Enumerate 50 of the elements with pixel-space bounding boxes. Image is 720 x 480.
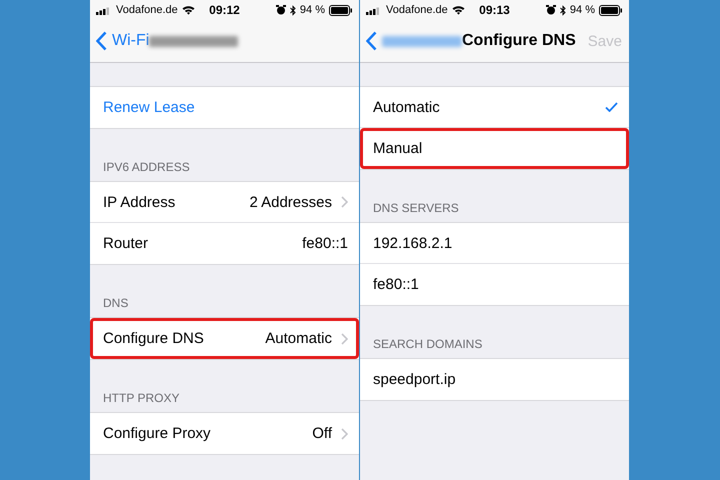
wifi-icon [182,5,195,15]
wifi-icon [452,5,465,15]
section-header: HTTP PROXY [102,390,180,407]
status-time: 09:13 [479,3,510,17]
chevron-left-icon [96,31,107,51]
row-value: Off [312,425,332,442]
back-button[interactable] [366,31,462,51]
battery-icon [328,4,353,16]
section-header: DNS [102,295,130,312]
row-label: fe80::1 [373,276,420,293]
bluetooth-icon [290,4,296,16]
list-row[interactable]: IP Address 2 Addresses [90,182,359,223]
list-row[interactable]: speedport.ip [360,359,629,400]
list-row[interactable]: Configure DNS Automatic [90,318,359,359]
signal-icon [366,6,382,14]
battery-percent: 94 % [300,4,325,16]
row-label: 192.168.2.1 [373,234,454,252]
signal-icon [96,6,112,14]
row-value: 2 Addresses [249,194,332,210]
row-label: IP Address [103,194,176,210]
carrier-name: Vodafone.de [116,4,178,16]
row-label: speedport.ip [373,371,457,388]
list-row[interactable]: Manual [360,128,629,169]
row-label: Router [103,235,150,252]
row-label: Automatic [373,98,441,116]
row-label: Renew Lease [103,99,196,116]
section-header: DNS SERVERS [372,200,460,217]
row-value: Automatic [265,330,332,347]
bluetooth-icon [560,4,566,16]
nav-title: Configure DNS [462,32,576,50]
list-row[interactable]: Configure Proxy Off [90,413,359,454]
carrier-name: Vodafone.de [386,4,448,16]
alarm-icon [546,5,556,15]
list-row[interactable]: fe80::1 [360,264,629,305]
list-row[interactable]: 192.168.2.1 [360,223,629,264]
section-header: IPV6 ADDRESS [102,159,191,176]
list-row[interactable]: Automatic [360,87,629,128]
back-button[interactable]: Wi-Fi [96,31,150,51]
battery-percent: 94 % [570,4,595,16]
alarm-icon [276,5,286,15]
row-label: Manual [373,140,424,157]
chevron-left-icon [366,31,377,51]
row-label: Configure DNS [103,330,205,347]
row-label: Configure Proxy [103,425,212,442]
battery-icon [598,4,623,16]
list-row[interactable]: Renew Lease [90,87,359,128]
section-header: SEARCH DOMAINS [372,336,484,353]
status-time: 09:12 [209,3,240,17]
row-value: fe80::1 [302,235,348,252]
list-row[interactable]: Router fe80::1 [90,223,359,264]
